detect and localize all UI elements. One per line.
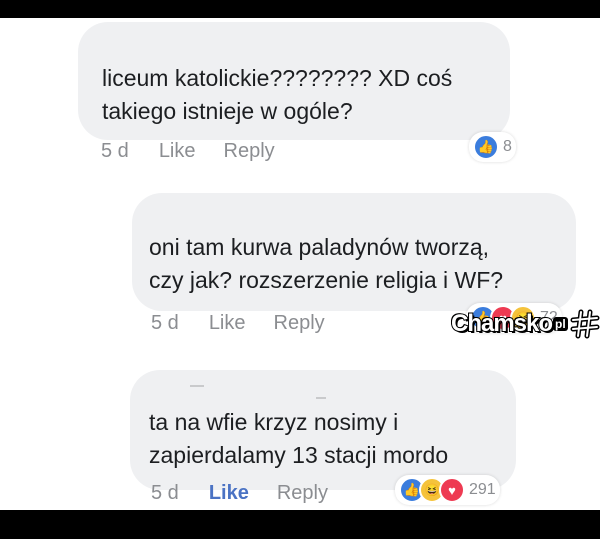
comment-time-1[interactable]: 5 d	[101, 140, 129, 163]
comment-time-2[interactable]: 5 d	[151, 312, 179, 335]
comment-time-3[interactable]: 5 d	[151, 482, 179, 505]
reply-button-3[interactable]: Reply	[277, 482, 328, 505]
chamsko-watermark: Chamsko pl	[450, 306, 600, 342]
reaction-summary-1[interactable]: 👍 8	[469, 132, 516, 162]
watermark-brand: Chamsko	[450, 309, 554, 338]
reaction-count-1: 8	[503, 138, 512, 155]
screenshot-area: liceum katolickie???????? XD coś takiego…	[0, 18, 600, 510]
comment-actions-3: 5 d Like Reply	[151, 482, 328, 505]
reaction-summary-3[interactable]: 👍 😆 ♥ 291	[395, 475, 500, 505]
comment-actions-2: 5 d Like Reply	[151, 312, 325, 335]
comment-bubble-3: ta na wfie krzyz nosimy i zapierdalamy 1…	[130, 370, 516, 490]
watermark-tld: pl	[553, 317, 568, 331]
comment-bubble-2: oni tam kurwa paladynów tworzą, czy jak?…	[132, 193, 576, 311]
blur-artifact	[190, 385, 204, 387]
comment-text-2: oni tam kurwa paladynów tworzą, czy jak?…	[149, 234, 504, 293]
love-reaction-icon: ♥	[439, 477, 465, 503]
reply-button-2[interactable]: Reply	[274, 312, 325, 335]
like-button-2[interactable]: Like	[209, 312, 246, 335]
like-button-3[interactable]: Like	[209, 482, 249, 505]
hash-logo-icon	[570, 309, 600, 339]
comment-text-1: liceum katolickie???????? XD coś takiego…	[102, 65, 453, 124]
reply-button-1[interactable]: Reply	[224, 140, 275, 163]
like-reaction-icon: 👍	[473, 134, 499, 160]
comment-text-3: ta na wfie krzyz nosimy i zapierdalamy 1…	[149, 409, 449, 468]
blur-artifact	[316, 397, 326, 399]
like-button-1[interactable]: Like	[159, 140, 196, 163]
comment-bubble-1: liceum katolickie???????? XD coś takiego…	[78, 22, 510, 140]
reaction-count-3: 291	[469, 481, 496, 498]
comment-actions-1: 5 d Like Reply	[101, 140, 275, 163]
